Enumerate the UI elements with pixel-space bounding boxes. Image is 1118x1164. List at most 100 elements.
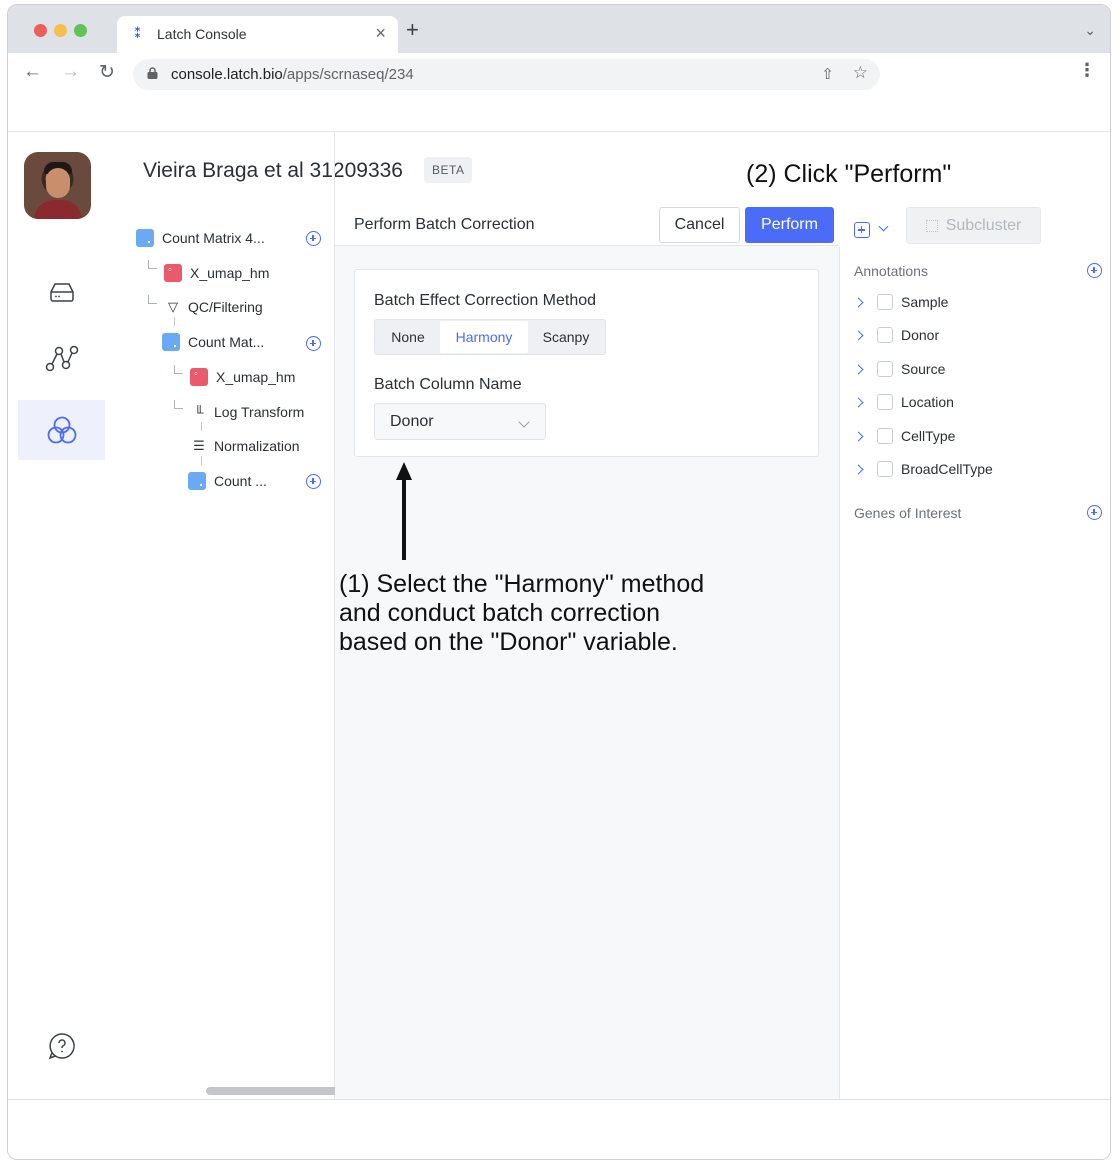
- tree-node[interactable]: X_umap_hm: [164, 261, 269, 285]
- new-tab-icon[interactable]: +: [406, 17, 419, 43]
- annotation-checkbox[interactable]: [877, 327, 893, 343]
- up-arrow-icon: [396, 462, 412, 560]
- rail-item-workflows[interactable]: [18, 329, 105, 389]
- annotation-checkbox[interactable]: [877, 461, 893, 477]
- annotation-item[interactable]: BroadCellType: [853, 457, 993, 481]
- add-menu-button[interactable]: [852, 216, 894, 246]
- chevron-down-icon: [878, 221, 889, 232]
- tree-node[interactable]: X_umap_hm: [190, 365, 295, 389]
- tree-node-label: Log Transform: [214, 404, 305, 420]
- back-arrow-icon[interactable]: ←: [23, 61, 42, 83]
- settings-card: Batch Effect Correction Method None Harm…: [354, 269, 819, 457]
- share-icon[interactable]: ⇧: [821, 65, 834, 83]
- add-annotation-icon[interactable]: [1087, 263, 1102, 278]
- add-child-icon[interactable]: [306, 474, 321, 489]
- add-box-icon: [854, 222, 870, 238]
- annotation-label: Location: [901, 394, 954, 410]
- annotation-checkbox[interactable]: [877, 294, 893, 310]
- chevron-right-icon[interactable]: [853, 364, 864, 374]
- method-option-none[interactable]: None: [376, 321, 440, 353]
- close-window-button[interactable]: [34, 24, 47, 37]
- rail-item-data[interactable]: [18, 262, 105, 322]
- tree-node-label: Count ...: [214, 473, 267, 489]
- maximize-window-button[interactable]: [74, 24, 87, 37]
- annotation-item[interactable]: Donor: [853, 323, 940, 347]
- tree-node-label: Normalization: [214, 438, 300, 454]
- add-gene-icon[interactable]: [1087, 505, 1102, 520]
- tree-node[interactable]: ☰ Normalization: [190, 434, 300, 458]
- cancel-button[interactable]: Cancel: [659, 207, 740, 243]
- tab-search-chevron-icon[interactable]: ⌄: [1084, 22, 1096, 39]
- annotation-label: Donor: [901, 327, 940, 343]
- reload-icon[interactable]: ↻: [99, 61, 115, 84]
- matrix-icon: [188, 472, 206, 490]
- analysis-tree: Count Matrix 4... X_umap_hm ▽ QC/Filteri…: [105, 132, 430, 1099]
- tree-node[interactable]: Count ...: [188, 469, 267, 493]
- rail-item-help[interactable]: [18, 1016, 105, 1076]
- tree-node[interactable]: ▽ QC/Filtering: [164, 295, 263, 319]
- chevron-right-icon[interactable]: [853, 464, 864, 474]
- bookmark-star-icon[interactable]: ☆: [853, 63, 868, 83]
- avatar-shirt: [34, 200, 82, 219]
- minimize-window-button[interactable]: [54, 24, 67, 37]
- rail-item-cells[interactable]: [18, 400, 105, 460]
- subcluster-label: Subcluster: [945, 216, 1022, 234]
- beta-badge: BETA: [424, 157, 473, 183]
- annotation-checkbox[interactable]: [877, 361, 893, 377]
- batch-column-select[interactable]: Donor: [374, 403, 546, 440]
- tree-node-label: Count Matrix 4...: [162, 230, 265, 246]
- batch-column-label: Batch Column Name: [374, 376, 522, 393]
- cells-icon: [47, 416, 76, 444]
- perform-button[interactable]: Perform: [745, 207, 834, 243]
- panel-header: Perform Batch Correction Cancel Perform: [335, 202, 839, 246]
- add-child-icon[interactable]: [306, 336, 321, 351]
- annotation-item[interactable]: Location: [853, 390, 954, 414]
- method-label: Batch Effect Correction Method: [374, 292, 597, 309]
- method-option-scanpy[interactable]: Scanpy: [528, 321, 604, 353]
- panel-title: Perform Batch Correction: [354, 216, 535, 233]
- batch-column-value: Donor: [390, 413, 434, 430]
- tab-strip: ⁑ Latch Console × + ⌄: [8, 5, 1110, 53]
- add-child-icon[interactable]: [306, 231, 321, 246]
- bar-chart-icon: ╙: [194, 404, 204, 420]
- annotation-item[interactable]: CellType: [853, 424, 956, 448]
- tree-connector: [201, 456, 202, 465]
- tree-connector: [148, 295, 157, 304]
- chevron-right-icon[interactable]: [853, 297, 864, 307]
- annotation-label: Source: [901, 361, 946, 377]
- tree-node[interactable]: Count Matrix 4...: [136, 226, 265, 250]
- filter-icon: ▽: [168, 299, 178, 314]
- left-rail: [8, 132, 105, 1099]
- annotation-item[interactable]: Sample: [853, 290, 949, 314]
- drive-icon: [49, 283, 74, 302]
- method-option-harmony[interactable]: Harmony: [440, 321, 528, 353]
- avatar-face: [46, 168, 70, 198]
- annotation-checkbox[interactable]: [877, 394, 893, 410]
- tree-node-label: Count Mat...: [188, 334, 265, 350]
- annotation-label: CellType: [901, 428, 956, 444]
- annotation-checkbox[interactable]: [877, 428, 893, 444]
- annotation-item[interactable]: Source: [853, 357, 946, 381]
- chevron-right-icon[interactable]: [853, 397, 864, 407]
- annotations-title: Annotations: [854, 263, 928, 279]
- forward-arrow-icon[interactable]: →: [61, 61, 80, 83]
- avatar[interactable]: [24, 152, 91, 219]
- chevron-down-icon: [518, 416, 530, 428]
- url-host: console.latch.bio: [171, 66, 283, 83]
- tree-node[interactable]: ╙ Log Transform: [190, 400, 304, 424]
- matrix-icon: [136, 229, 154, 247]
- chevron-right-icon[interactable]: [853, 330, 864, 340]
- matrix-icon: [162, 333, 180, 351]
- annotations-panel: Annotations Sample Donor Source Location…: [839, 246, 1110, 1100]
- chevron-right-icon[interactable]: [853, 431, 864, 441]
- step1-line: and conduct batch correction: [339, 599, 661, 627]
- subcluster-button[interactable]: Subcluster: [906, 207, 1041, 244]
- tab-close-icon[interactable]: ×: [375, 23, 386, 44]
- step1-line: (1) Select the "Harmony" method: [339, 570, 705, 598]
- browser-tab[interactable]: ⁑ Latch Console ×: [117, 16, 398, 53]
- step2-annotation: (2) Click "Perform": [746, 160, 952, 188]
- annotation-label: Sample: [901, 294, 949, 310]
- browser-menu-icon[interactable]: ⋮: [1078, 60, 1096, 81]
- address-bar[interactable]: console.latch.bio/apps/scrnaseq/234 ⇧ ☆: [133, 59, 880, 90]
- tree-node[interactable]: Count Mat...: [162, 330, 264, 354]
